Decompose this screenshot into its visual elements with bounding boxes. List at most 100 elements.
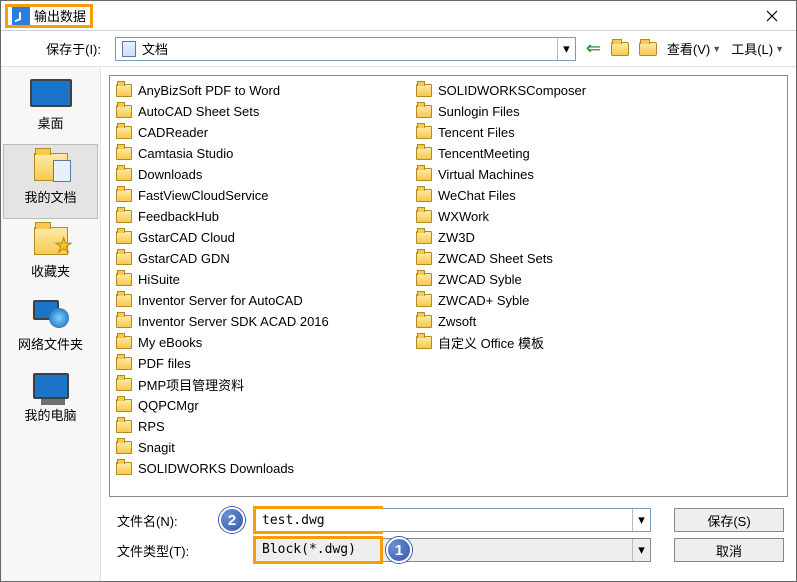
list-item[interactable]: PMP项目管理资料 bbox=[114, 374, 414, 395]
list-item[interactable]: ZWCAD+ Syble bbox=[414, 290, 714, 311]
list-item[interactable]: Camtasia Studio bbox=[114, 143, 414, 164]
folder-icon bbox=[416, 273, 432, 286]
list-item-label: 自定义 Office 模板 bbox=[438, 333, 544, 352]
close-icon bbox=[766, 10, 778, 22]
list-item[interactable]: TencentMeeting bbox=[414, 143, 714, 164]
list-item[interactable]: WXWork bbox=[414, 206, 714, 227]
list-item-label: FastViewCloudService bbox=[138, 188, 269, 203]
filetype-row: 文件类型(T): Block(*.dwg) 1 ▾ 取消 bbox=[113, 535, 784, 565]
list-item-label: Snagit bbox=[138, 440, 175, 455]
folder-icon bbox=[116, 210, 132, 223]
computer-icon bbox=[33, 373, 69, 399]
list-item[interactable]: ZW3D bbox=[414, 227, 714, 248]
folder-icon bbox=[116, 315, 132, 328]
list-item-label: SOLIDWORKSComposer bbox=[438, 83, 586, 98]
list-item-label: Inventor Server for AutoCAD bbox=[138, 293, 303, 308]
list-item[interactable]: GstarCAD GDN bbox=[114, 248, 414, 269]
folder-icon bbox=[116, 105, 132, 118]
save-in-value: 文档 bbox=[142, 39, 557, 58]
filename-input[interactable] bbox=[256, 509, 437, 531]
save-in-combobox[interactable]: 文档 ▾ bbox=[115, 37, 576, 61]
list-item[interactable]: WeChat Files bbox=[414, 185, 714, 206]
place-favorites[interactable]: 收藏夹 bbox=[1, 219, 100, 292]
filetype-value: Block(*.dwg) bbox=[256, 539, 380, 561]
filetype-combobox[interactable]: Block(*.dwg) 1 ▾ bbox=[255, 538, 651, 562]
history-folder-icon[interactable] bbox=[639, 42, 657, 56]
list-item[interactable]: Snagit bbox=[114, 437, 414, 458]
list-item[interactable]: Zwsoft bbox=[414, 311, 714, 332]
list-item-label: ZWCAD+ Syble bbox=[438, 293, 529, 308]
list-item[interactable]: Virtual Machines bbox=[414, 164, 714, 185]
filename-combobox[interactable]: ▾ bbox=[255, 508, 651, 532]
list-item-label: GstarCAD Cloud bbox=[138, 230, 235, 245]
place-my-documents[interactable]: 我的文档 bbox=[3, 144, 98, 219]
favorites-icon bbox=[34, 227, 68, 255]
chevron-down-icon: ▼ bbox=[775, 44, 784, 54]
folder-doc-icon bbox=[122, 41, 136, 57]
place-label: 我的电脑 bbox=[24, 405, 76, 424]
view-menu[interactable]: 查看(V) ▼ bbox=[667, 39, 721, 58]
desktop-icon bbox=[30, 79, 72, 107]
open-folder-icon[interactable] bbox=[611, 42, 629, 56]
folder-icon bbox=[416, 189, 432, 202]
list-item[interactable]: Sunlogin Files bbox=[414, 101, 714, 122]
list-item[interactable]: AutoCAD Sheet Sets bbox=[114, 101, 414, 122]
tools-menu[interactable]: 工具(L) ▼ bbox=[731, 39, 784, 58]
list-item[interactable]: QQPCMgr bbox=[114, 395, 414, 416]
folder-icon bbox=[116, 189, 132, 202]
list-item[interactable]: ZWCAD Syble bbox=[414, 269, 714, 290]
list-item[interactable]: RPS bbox=[114, 416, 414, 437]
folder-icon bbox=[116, 273, 132, 286]
folder-icon bbox=[116, 168, 132, 181]
list-item[interactable]: FeedbackHub bbox=[114, 206, 414, 227]
list-item-label: WXWork bbox=[438, 209, 489, 224]
list-item[interactable]: SOLIDWORKSComposer bbox=[414, 80, 714, 101]
list-item-label: FeedbackHub bbox=[138, 209, 219, 224]
place-label: 桌面 bbox=[37, 113, 63, 132]
close-button[interactable] bbox=[752, 2, 792, 30]
list-item[interactable]: ZWCAD Sheet Sets bbox=[414, 248, 714, 269]
cancel-button[interactable]: 取消 bbox=[674, 538, 784, 562]
place-network[interactable]: 网络文件夹 bbox=[1, 292, 100, 365]
list-item[interactable]: Downloads bbox=[114, 164, 414, 185]
toolbar-icons: ⇐ 查看(V) ▼ 工具(L) ▼ bbox=[582, 38, 788, 59]
folder-icon bbox=[116, 231, 132, 244]
save-button[interactable]: 保存(S) bbox=[674, 508, 784, 532]
view-menu-label: 查看(V) bbox=[667, 39, 710, 58]
list-item[interactable]: Inventor Server for AutoCAD bbox=[114, 290, 414, 311]
list-item[interactable]: PDF files bbox=[114, 353, 414, 374]
folder-icon bbox=[116, 294, 132, 307]
filetype-label: 文件类型(T): bbox=[113, 541, 213, 560]
list-item-label: RPS bbox=[138, 419, 165, 434]
documents-icon bbox=[34, 153, 68, 181]
folder-icon bbox=[416, 252, 432, 265]
list-item-label: Downloads bbox=[138, 167, 202, 182]
save-dialog: 输出数据 保存于(I): 文档 ▾ ⇐ 查看(V) ▼ 工具(L) ▼ bbox=[0, 0, 797, 582]
folder-icon bbox=[116, 462, 132, 475]
list-item[interactable]: FastViewCloudService bbox=[114, 185, 414, 206]
list-item[interactable]: HiSuite bbox=[114, 269, 414, 290]
chevron-down-icon: ▾ bbox=[557, 38, 575, 60]
list-item[interactable]: AnyBizSoft PDF to Word bbox=[114, 80, 414, 101]
network-icon bbox=[33, 300, 69, 328]
titlebar: 输出数据 bbox=[1, 1, 796, 31]
place-my-computer[interactable]: 我的电脑 bbox=[1, 365, 100, 436]
dialog-body: 桌面 我的文档 收藏夹 网络文件夹 我的电脑 AnyBizSoft PDF to… bbox=[1, 67, 796, 581]
list-item-label: Inventor Server SDK ACAD 2016 bbox=[138, 314, 329, 329]
list-item[interactable]: My eBooks bbox=[114, 332, 414, 353]
list-item[interactable]: 自定义 Office 模板 bbox=[414, 332, 714, 353]
chevron-down-icon: ▾ bbox=[632, 509, 650, 531]
list-item[interactable]: SOLIDWORKS Downloads bbox=[114, 458, 414, 479]
list-item[interactable]: CADReader bbox=[114, 122, 414, 143]
chevron-down-icon: ▾ bbox=[632, 539, 650, 561]
list-item-label: HiSuite bbox=[138, 272, 180, 287]
list-item[interactable]: Inventor Server SDK ACAD 2016 bbox=[114, 311, 414, 332]
list-item[interactable]: GstarCAD Cloud bbox=[114, 227, 414, 248]
folder-icon bbox=[116, 441, 132, 454]
list-item[interactable]: Tencent Files bbox=[414, 122, 714, 143]
list-item-label: CADReader bbox=[138, 125, 208, 140]
place-label: 我的文档 bbox=[24, 187, 76, 206]
back-icon[interactable]: ⇐ bbox=[586, 38, 601, 59]
place-desktop[interactable]: 桌面 bbox=[1, 71, 100, 144]
file-listview[interactable]: AnyBizSoft PDF to WordAutoCAD Sheet Sets… bbox=[109, 75, 788, 497]
